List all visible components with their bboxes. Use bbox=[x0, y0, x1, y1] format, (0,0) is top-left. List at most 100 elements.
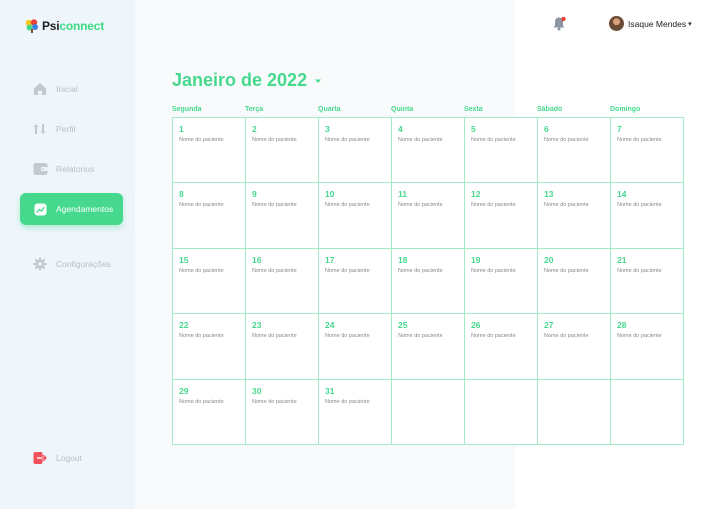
day-number: 29 bbox=[179, 385, 189, 396]
sidebar-item-label: Inicial bbox=[56, 84, 78, 94]
patient-name: Nome do paciente bbox=[544, 333, 589, 340]
calendar-day-cell[interactable]: 19 Nome do paciente bbox=[465, 248, 538, 315]
day-number: 16 bbox=[252, 254, 262, 265]
weekday-label: Segunda bbox=[172, 106, 202, 113]
patient-name: Nome do paciente bbox=[471, 202, 516, 209]
calendar-day-cell[interactable]: 6 Nome do paciente bbox=[538, 118, 611, 184]
calendar-day-cell[interactable]: 2 Nome do paciente bbox=[246, 118, 319, 184]
calendar-day-cell[interactable]: 10 Nome do paciente bbox=[319, 183, 392, 249]
sidebar-item-agendamentos[interactable]: Agendamentos bbox=[20, 193, 123, 225]
calendar-day-cell[interactable]: 11 Nome do paciente bbox=[392, 183, 465, 249]
patient-name: Nome do paciente bbox=[252, 137, 297, 143]
patient-name: Nome do paciente bbox=[617, 333, 662, 340]
calendar-day-cell[interactable]: 14 Nome do paciente bbox=[611, 183, 684, 249]
calendar-day-cell[interactable]: 8 Nome do paciente bbox=[173, 183, 246, 249]
day-number: 19 bbox=[471, 254, 481, 265]
day-number: 17 bbox=[325, 254, 335, 265]
day-number: 20 bbox=[544, 254, 554, 265]
calendar-day-cell[interactable]: 30 Nome do paciente bbox=[246, 379, 319, 445]
day-number: 28 bbox=[617, 320, 627, 331]
calendar-day-cell[interactable]: 7 Nome do paciente bbox=[611, 118, 684, 184]
sidebar-item-inicial[interactable]: Inicial bbox=[20, 73, 123, 105]
chevron-down-icon: ▾ bbox=[688, 20, 692, 28]
patient-name: Nome do paciente bbox=[471, 137, 516, 143]
day-number: 9 bbox=[252, 189, 257, 200]
day-number: 12 bbox=[471, 189, 481, 200]
brand-name-part2: connect bbox=[59, 19, 105, 33]
calendar-day-cell[interactable]: 5 Nome do paciente bbox=[465, 118, 538, 184]
day-number: 6 bbox=[544, 124, 549, 134]
patient-name: Nome do paciente bbox=[252, 398, 297, 405]
day-number: 30 bbox=[252, 385, 262, 396]
weekday-header-row: Segunda Terça Quarta Quinta Sexta Sábado… bbox=[172, 106, 684, 113]
sidebar-item-logout[interactable]: Logout bbox=[20, 442, 123, 474]
patient-name: Nome do paciente bbox=[179, 398, 224, 405]
day-number: 3 bbox=[325, 124, 330, 134]
calendar-day-cell[interactable]: 1 Nome do paciente bbox=[173, 118, 246, 184]
weekday-label: Sábado bbox=[537, 106, 563, 113]
patient-name: Nome do paciente bbox=[325, 267, 370, 274]
sidebar-item-label: Perfil bbox=[56, 124, 76, 134]
bell-icon bbox=[553, 16, 566, 31]
sidebar-item-label: Relatorios bbox=[56, 164, 95, 174]
sidebar-item-perfil[interactable]: Perfil bbox=[20, 113, 123, 145]
calendar-day-cell[interactable]: 17 Nome do paciente bbox=[319, 248, 392, 315]
calendar-day-cell[interactable]: 9 Nome do paciente bbox=[246, 183, 319, 249]
brand-logo[interactable]: Psiconnect bbox=[25, 18, 104, 34]
gear-icon bbox=[32, 256, 48, 272]
wallet-icon bbox=[32, 161, 48, 177]
day-number: 14 bbox=[617, 189, 627, 200]
notification-button[interactable] bbox=[552, 16, 566, 32]
calendar-day-cell[interactable]: 27 Nome do paciente bbox=[538, 314, 611, 380]
patient-name: Nome do paciente bbox=[179, 137, 224, 143]
day-number: 13 bbox=[544, 189, 554, 200]
calendar-day-cell[interactable]: 4 Nome do paciente bbox=[392, 118, 465, 184]
calendar-day-cell[interactable]: 20 Nome do paciente bbox=[538, 248, 611, 315]
calendar-day-cell[interactable]: 31 Nome do paciente bbox=[319, 379, 392, 445]
patient-name: Nome do paciente bbox=[617, 267, 662, 274]
patient-name: Nome do paciente bbox=[471, 267, 516, 274]
calendar-day-cell[interactable]: 23 Nome do paciente bbox=[246, 314, 319, 380]
patient-name: Nome do paciente bbox=[617, 137, 662, 143]
calendar-day-cell[interactable]: 12 Nome do paciente bbox=[465, 183, 538, 249]
chevron-down-icon bbox=[315, 79, 322, 83]
calendar-day-cell[interactable]: 16 Nome do paciente bbox=[246, 248, 319, 315]
day-number: 15 bbox=[179, 254, 189, 265]
calendar-empty-cell bbox=[392, 379, 465, 445]
patient-name: Nome do paciente bbox=[179, 202, 224, 209]
patient-name: Nome do paciente bbox=[471, 333, 516, 340]
patient-name: Nome do paciente bbox=[325, 333, 370, 340]
page-title: Janeiro de 2022 bbox=[172, 70, 308, 90]
chart-icon bbox=[32, 201, 48, 217]
patient-name: Nome do paciente bbox=[398, 137, 443, 143]
calendar-day-cell[interactable]: 15 Nome do paciente bbox=[173, 248, 246, 315]
calendar-day-cell[interactable]: 25 Nome do paciente bbox=[392, 314, 465, 380]
user-menu[interactable]: Isaque Mendes ▾ bbox=[609, 16, 692, 31]
calendar-day-cell[interactable]: 26 Nome do paciente bbox=[465, 314, 538, 380]
patient-name: Nome do paciente bbox=[398, 267, 443, 274]
day-number: 7 bbox=[617, 124, 622, 134]
sidebar-item-configuracoes[interactable]: Configurações bbox=[20, 248, 123, 280]
day-number: 27 bbox=[544, 320, 554, 331]
calendar-day-cell[interactable]: 22 Nome do paciente bbox=[173, 314, 246, 380]
calendar-day-cell[interactable]: 13 Nome do paciente bbox=[538, 183, 611, 249]
day-number: 2 bbox=[252, 124, 257, 134]
avatar bbox=[609, 16, 624, 31]
patient-name: Nome do paciente bbox=[325, 398, 370, 405]
patient-name: Nome do paciente bbox=[252, 202, 297, 209]
sidebar-item-relatorios[interactable]: Relatorios bbox=[20, 153, 123, 185]
patient-name: Nome do paciente bbox=[398, 333, 443, 340]
calendar-day-cell[interactable]: 28 Nome do paciente bbox=[611, 314, 684, 380]
calendar-day-cell[interactable]: 18 Nome do paciente bbox=[392, 248, 465, 315]
calendar-day-cell[interactable]: 24 Nome do paciente bbox=[319, 314, 392, 380]
weekday-label: Sexta bbox=[464, 106, 483, 113]
calendar-day-cell[interactable]: 21 Nome do paciente bbox=[611, 248, 684, 315]
patient-name: Nome do paciente bbox=[252, 267, 297, 274]
month-selector[interactable]: Janeiro de 2022 bbox=[172, 70, 322, 91]
day-number: 31 bbox=[325, 385, 335, 396]
calendar-day-cell[interactable]: 29 Nome do paciente bbox=[173, 379, 246, 445]
day-number: 4 bbox=[398, 124, 403, 134]
brand-name-part1: Psi bbox=[42, 19, 60, 33]
day-number: 10 bbox=[325, 189, 335, 200]
calendar-day-cell[interactable]: 3 Nome do paciente bbox=[319, 118, 392, 184]
